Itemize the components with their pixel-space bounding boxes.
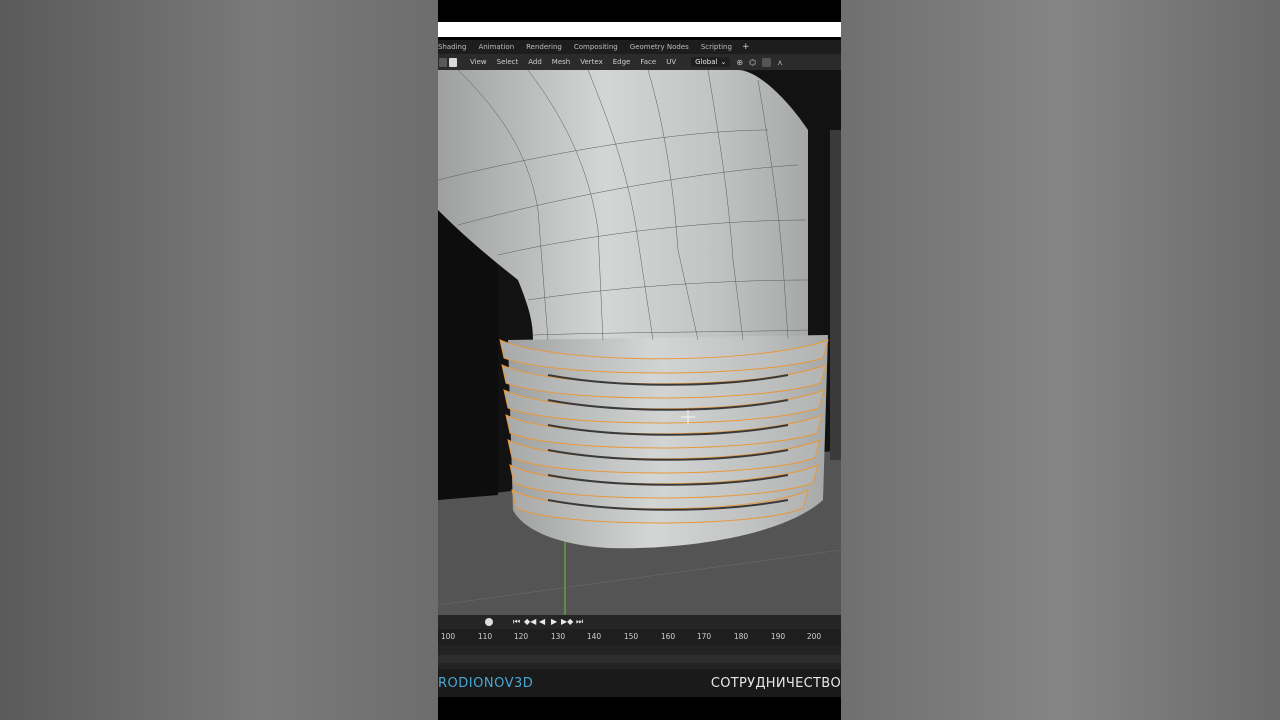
viewport-header: View Select Add Mesh Vertex Edge Face UV… [438,54,841,70]
timeline-header: ⏮ ◆◀ ◀ ▶ ▶◆ ⏭ [438,615,841,629]
timeline-scrollbar[interactable] [438,655,841,663]
chevron-down-icon: ⌄ [720,58,727,66]
tab-animation[interactable]: Animation [472,43,520,51]
frame-tick: 150 [623,632,639,641]
snap-toggle-icon[interactable] [762,57,772,67]
select-mode-icons [438,57,457,67]
menu-edge[interactable]: Edge [608,58,636,66]
next-keyframe-icon[interactable]: ▶◆ [561,617,573,627]
frame-tick: 140 [586,632,602,641]
menu-view[interactable]: View [465,58,492,66]
workspace-tabs: Shading Animation Rendering Compositing … [438,40,841,54]
bottom-bar [438,697,841,720]
tab-compositing[interactable]: Compositing [568,43,624,51]
blurred-background-right [841,0,1280,720]
frame-tick: 200 [806,632,822,641]
frame-tick: 130 [550,632,566,641]
menu-add[interactable]: Add [523,58,547,66]
menu-face[interactable]: Face [635,58,661,66]
menu-select[interactable]: Select [492,58,524,66]
top-white-bar [438,22,841,37]
orientation-label: Global [695,58,718,66]
snap-icon[interactable]: ⌬ [749,58,756,67]
frame-tick: 120 [513,632,529,641]
frame-tick: 180 [733,632,749,641]
pivot-icon[interactable]: ⊕ [736,58,743,67]
select-mode-face-icon[interactable] [439,57,447,67]
channel-banner: RODIONOV3D СОТРУДНИЧЕСТВО [438,669,841,697]
blender-video-frame: Shading Animation Rendering Compositing … [438,0,841,720]
select-mode-box-icon[interactable] [449,57,457,67]
proportional-edit-icon[interactable]: ⋏ [777,58,783,67]
transform-orientation-dropdown[interactable]: Global ⌄ [691,57,731,67]
tab-scripting[interactable]: Scripting [695,43,738,51]
tab-geometry-nodes[interactable]: Geometry Nodes [624,43,695,51]
frame-tick: 160 [660,632,676,641]
viewport-scene [438,70,841,615]
menu-mesh[interactable]: Mesh [547,58,575,66]
jump-start-icon[interactable]: ⏮ [513,617,520,627]
play-icon[interactable]: ▶ [551,617,557,627]
menu-uv[interactable]: UV [661,58,681,66]
frame-tick: 170 [696,632,712,641]
menu-vertex[interactable]: Vertex [575,58,608,66]
record-button[interactable] [485,618,493,626]
jump-end-icon[interactable]: ⏭ [576,617,583,627]
brand-label: RODIONOV3D [438,676,534,691]
timeline-body[interactable] [438,645,841,669]
collaboration-label: СОТРУДНИЧЕСТВО [710,676,841,691]
play-reverse-icon[interactable]: ◀ [539,617,545,627]
3d-viewport[interactable] [438,70,841,615]
prev-keyframe-icon[interactable]: ◆◀ [524,617,536,627]
blurred-background-left [0,0,438,720]
add-workspace-button[interactable]: + [738,42,754,52]
tab-shading[interactable]: Shading [438,43,472,51]
frame-tick: 190 [770,632,786,641]
tab-rendering[interactable]: Rendering [520,43,568,51]
frame-tick: 110 [477,632,493,641]
frame-tick: 100 [440,632,456,641]
timeline-ruler[interactable]: 100 110 120 130 140 150 160 170 180 190 … [438,629,841,645]
